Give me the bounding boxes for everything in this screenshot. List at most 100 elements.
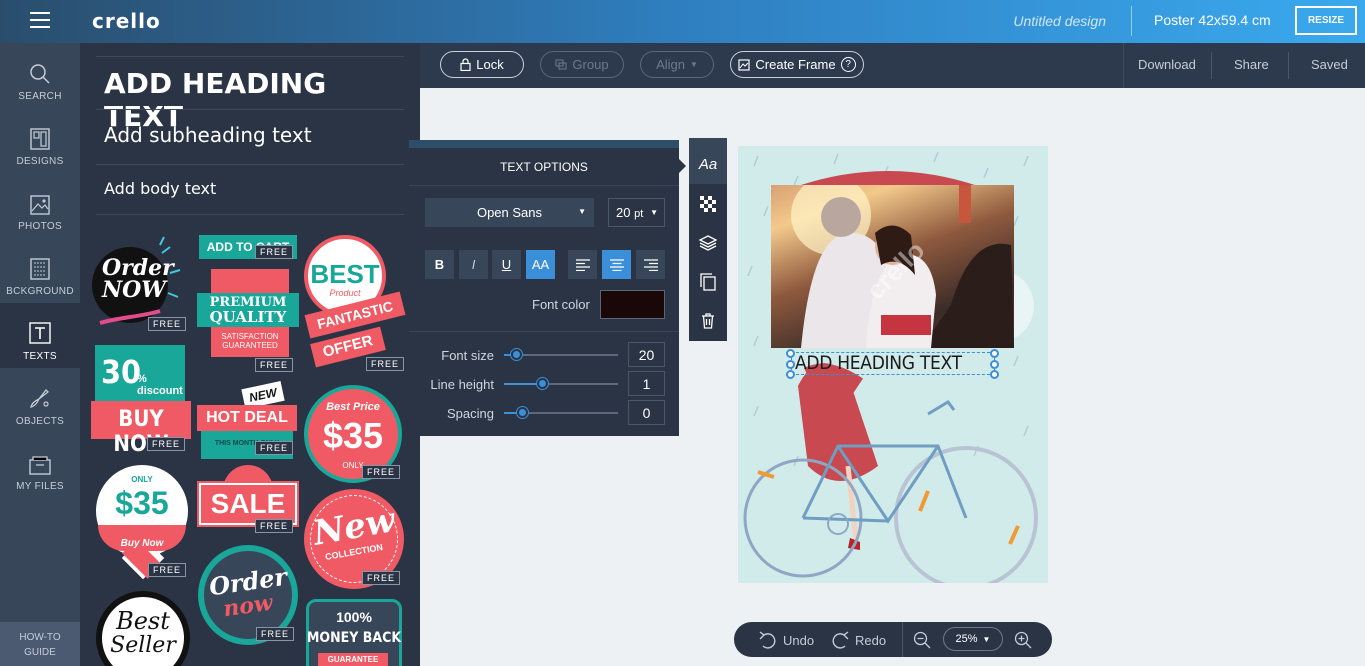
font-size-select[interactable]: 20 pt ▼ [608,198,665,227]
help-icon[interactable]: ? [840,57,856,72]
undo-icon [759,631,776,649]
group-label: Group [572,57,609,72]
sticker-order-now-round[interactable]: Order now FREE [198,545,298,645]
sticker-text: GUARANTEE [318,653,388,666]
add-heading-text[interactable]: ADD HEADING TEXT [96,56,404,133]
line-height-input[interactable]: 1 [628,371,665,396]
spacing-input[interactable]: 0 [628,400,665,425]
resize-handle[interactable] [990,360,999,369]
add-body-text[interactable]: Add body text [96,164,404,215]
align-left-button[interactable] [568,250,597,279]
zoom-in-button[interactable] [1014,631,1032,649]
align-dropdown[interactable]: Align ▼ [640,51,714,78]
uppercase-button[interactable]: AA [526,250,555,279]
download-button[interactable]: Download [1138,57,1196,72]
couple-photo[interactable]: crello [771,185,1014,348]
free-badge: FREE [255,358,294,372]
app-logo[interactable]: crello [92,9,161,33]
sticker-text: Product [329,288,361,298]
howto-guide-button[interactable]: HOW-TO GUIDE [0,622,80,666]
sticker-new-collection[interactable]: New COLLECTION FREE [304,489,404,589]
nav-item-objects[interactable]: OBJECTS [0,368,80,433]
font-size-slider-handle[interactable] [511,349,523,360]
text-options-title: TEXT OPTIONS [409,148,679,186]
sticker-best-seller[interactable]: Best Seller [96,591,190,666]
font-size-input[interactable]: 20 [628,342,665,367]
sticker-money-back[interactable]: 100% MONEY BACK GUARANTEE [304,597,404,666]
layers-button[interactable] [689,223,727,262]
zoom-value: 25% [955,633,978,645]
background-icon [30,258,50,280]
share-button[interactable]: Share [1234,57,1269,72]
canvas-heading-text[interactable]: ADD HEADING TEXT [795,352,962,374]
nav-item-photos[interactable]: PHOTOS [0,173,80,238]
font-color-swatch[interactable] [600,290,665,319]
sticker-premium-quality[interactable]: ADD TO CART PREMIUM QUALITY SATISFACTION… [197,235,299,372]
align-center-icon [609,258,624,271]
align-label: Align [656,57,685,72]
underline-button[interactable]: U [492,250,521,279]
sticker-only-35[interactable]: ONLY $35 Buy Now FREE [94,465,190,583]
photos-icon [30,195,50,215]
nav-label: SEARCH [18,91,62,102]
resize-button[interactable]: RESIZE [1295,6,1357,35]
resize-handle[interactable] [786,349,795,358]
menu-icon[interactable] [30,12,50,29]
sticker-text: 100% [336,609,372,625]
free-badge: FREE [255,441,294,455]
resize-handle[interactable] [786,370,795,379]
nav-item-background[interactable]: BCKGROUND [0,238,80,303]
chevron-down-icon: ▼ [690,60,698,69]
resize-handle[interactable] [990,370,999,379]
italic-button[interactable]: I [459,250,488,279]
spacing-slider-handle[interactable] [516,407,528,418]
delete-button[interactable] [689,301,727,340]
sticker-text: MONEY BACK [306,630,402,646]
add-subheading-text[interactable]: Add subheading text [96,109,404,164]
nav-item-search[interactable]: SEARCH [0,43,80,108]
redo-button[interactable]: Redo [830,631,886,649]
redo-label: Redo [855,632,887,648]
free-badge: FREE [147,437,186,451]
align-center-button[interactable] [602,250,631,279]
zoom-select[interactable]: 25% ▼ [943,627,1003,651]
sticker-text: $35 [322,415,384,456]
sticker-text: SATISFACTION GUARANTEED [221,332,279,350]
lock-button[interactable]: Lock [440,51,524,78]
sticker-best-price[interactable]: Best Price $35 ONLY FREE [304,385,404,485]
resize-handle[interactable] [786,360,795,369]
nav-item-texts[interactable]: TEXTS [0,303,80,368]
spacing-label: Spacing [447,406,494,421]
bold-button[interactable]: B [425,250,454,279]
left-nav: SEARCH DESIGNS PHOTOS BCKGROUND TEXTS OB… [0,43,80,666]
text-options-tab[interactable]: Aa [689,138,727,184]
sticker-30-discount[interactable]: 30 % discount BUY NOW FREE [91,343,191,458]
create-frame-button[interactable]: Create Frame ? [730,51,864,78]
group-button[interactable]: Group [540,51,624,78]
sticker-order-now[interactable]: Order NOW FREE [90,233,190,333]
element-tools: Aa [689,138,727,341]
duplicate-button[interactable] [689,262,727,301]
zoom-out-button[interactable] [913,631,931,649]
align-right-icon [643,258,658,271]
sticker-sale[interactable]: SALE FREE [197,465,299,537]
free-badge: FREE [255,245,294,259]
line-height-label: Line height [430,377,494,392]
nav-item-designs[interactable]: DESIGNS [0,108,80,173]
chevron-down-icon: ▼ [982,634,991,644]
design-title[interactable]: Untitled design [1013,13,1106,29]
design-format: Poster 42x59.4 cm [1154,12,1271,28]
undo-button[interactable]: Undo [758,631,814,649]
nav-item-my-files[interactable]: MY FILES [0,433,80,498]
chevron-down-icon: ▼ [650,208,658,217]
resize-handle[interactable] [990,349,999,358]
sticker-best-fantastic[interactable]: BEST Product FANTASTIC OFFER FREE [302,233,406,378]
transparency-button[interactable] [689,184,727,223]
font-family-select[interactable]: Open Sans ▼ [425,198,594,227]
create-frame-label: Create Frame [755,57,836,72]
sticker-text: QUALITY [209,308,287,326]
line-height-slider-handle[interactable] [537,378,549,389]
align-right-button[interactable] [636,250,665,279]
sticker-hot-deal[interactable]: NEW HOT DEAL THIS MONTH ONLY FREE [197,381,299,463]
divider [1131,6,1132,36]
